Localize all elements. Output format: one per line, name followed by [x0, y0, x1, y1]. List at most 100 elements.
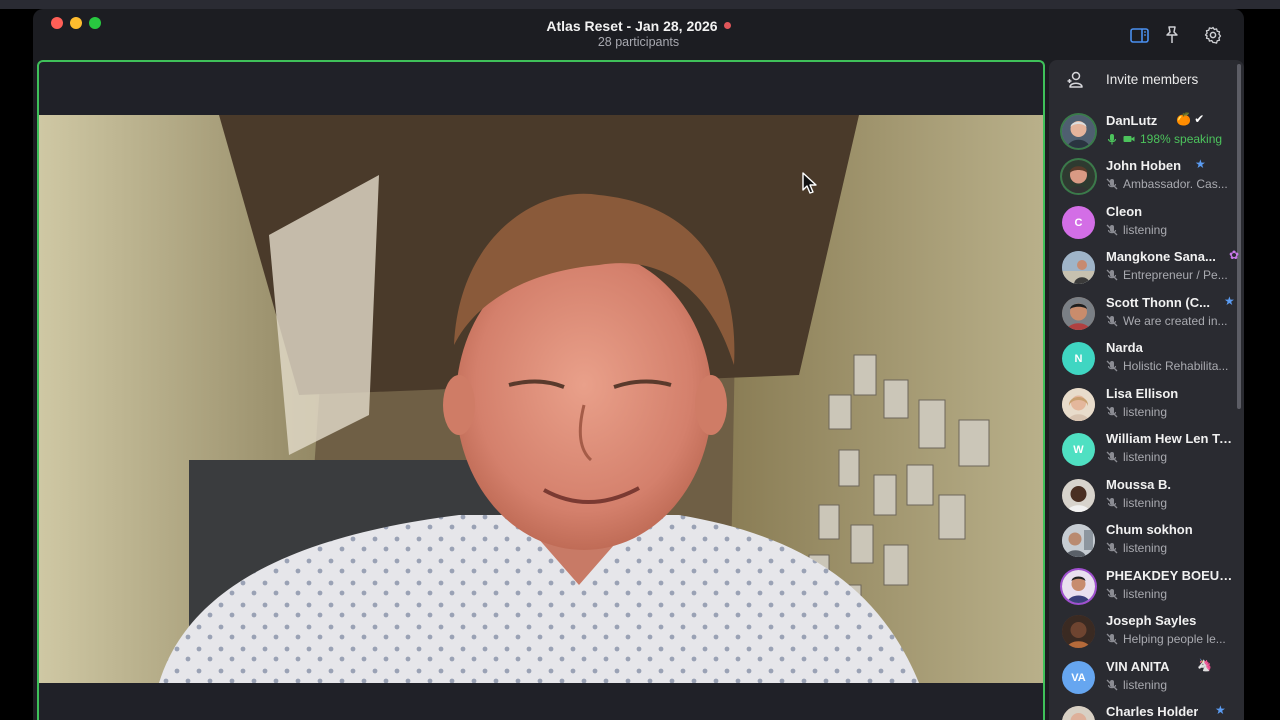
avatar — [1062, 251, 1095, 284]
member-status: listening — [1106, 496, 1167, 510]
recording-indicator-icon — [723, 22, 731, 29]
member-name: William Hew Len Te... — [1106, 431, 1234, 446]
participants-sidebar: Invite members DanLutz 🍊 ✔ 198% speaking… — [1049, 60, 1244, 720]
member-status-text: listening — [1123, 223, 1168, 237]
member-name: Charles Holder — [1106, 704, 1199, 719]
member-item[interactable]: W William Hew Len Te... listening — [1049, 429, 1244, 474]
mic-muted-icon — [1106, 497, 1118, 509]
member-status-text: Holistic Rehabilita... — [1123, 359, 1229, 373]
member-name: John Hoben — [1106, 158, 1182, 173]
unicorn-badge-icon: 🦄 — [1197, 658, 1212, 672]
member-name: DanLutz — [1106, 113, 1158, 128]
speaker-video — [39, 115, 1043, 683]
member-status: Entrepreneur / Pe... — [1106, 268, 1228, 282]
avatar — [1062, 388, 1095, 421]
mic-active-icon — [1107, 134, 1117, 145]
member-name: VIN ANITA — [1106, 659, 1170, 674]
call-title: Atlas Reset - Jan 28, 2026 — [33, 18, 1244, 34]
avatar — [1062, 297, 1095, 330]
member-status: Holistic Rehabilita... — [1106, 359, 1228, 373]
call-title-text: Atlas Reset - Jan 28, 2026 — [546, 18, 718, 34]
member-status-text: listening — [1123, 541, 1168, 555]
member-item[interactable]: Charles Holder ★ listening — [1049, 702, 1244, 720]
member-name: Cleon — [1106, 204, 1143, 219]
member-status: listening — [1106, 450, 1167, 464]
avatar — [1062, 115, 1095, 148]
member-item[interactable]: Chum sokhon listening — [1049, 520, 1244, 565]
mic-muted-icon — [1106, 224, 1118, 236]
member-status: Ambassador. Cas... — [1106, 177, 1228, 191]
member-item[interactable]: VA VIN ANITA 🦄 listening — [1049, 657, 1244, 702]
member-name: Chum sokhon — [1106, 522, 1193, 537]
member-status-text: listening — [1123, 405, 1168, 419]
member-item[interactable]: Joseph Sayles Helping people le... — [1049, 611, 1244, 656]
mic-muted-icon — [1106, 679, 1118, 691]
invite-members-button[interactable]: Invite members — [1049, 60, 1244, 102]
member-status-text: Ambassador. Cas... — [1123, 177, 1228, 191]
mic-muted-icon — [1106, 588, 1118, 600]
mic-muted-icon — [1106, 633, 1118, 645]
star-badge-icon: ★ — [1224, 294, 1235, 308]
mouse-cursor-icon — [802, 172, 817, 194]
member-item[interactable]: C Cleon listening — [1049, 202, 1244, 247]
member-status: listening — [1106, 587, 1167, 601]
avatar — [1062, 479, 1095, 512]
member-name: Mangkone Sana... — [1106, 249, 1216, 264]
avatar — [1062, 524, 1095, 557]
member-name: Moussa B. — [1106, 477, 1172, 492]
member-name: Narda — [1106, 340, 1143, 355]
member-status: listening — [1106, 405, 1167, 419]
star-badge-icon: ★ — [1195, 157, 1206, 171]
avatar — [1062, 570, 1095, 603]
member-status: Helping people le... — [1106, 632, 1226, 646]
mic-muted-icon — [1106, 178, 1118, 190]
member-status-text: Helping people le... — [1123, 632, 1226, 646]
member-item[interactable]: N Narda Holistic Rehabilita... — [1049, 338, 1244, 383]
member-name: PHEAKDEY BOEUR... — [1106, 568, 1234, 583]
flower-badge-icon: ✿ — [1229, 248, 1240, 262]
member-item[interactable]: Moussa B. listening — [1049, 475, 1244, 520]
sidebar-toggle-icon[interactable] — [1129, 25, 1149, 45]
member-status-text: listening — [1123, 496, 1168, 510]
member-name: Lisa Ellison — [1106, 386, 1179, 401]
member-badge: 🍊 ✔ — [1176, 112, 1205, 126]
telegram-call-window: Atlas Reset - Jan 28, 2026 28 participan… — [33, 9, 1244, 720]
invite-members-label: Invite members — [1106, 72, 1199, 87]
star-badge-icon: ★ — [1215, 703, 1226, 717]
avatar — [1062, 160, 1095, 193]
member-status-text: 198% speaking — [1140, 132, 1223, 146]
member-status-text: Entrepreneur / Pe... — [1123, 268, 1228, 282]
mic-muted-icon — [1106, 269, 1118, 281]
member-status: listening — [1106, 223, 1167, 237]
call-title-block: Atlas Reset - Jan 28, 2026 28 participan… — [33, 18, 1244, 49]
avatar — [1062, 706, 1095, 720]
avatar: W — [1062, 433, 1095, 466]
member-item[interactable]: DanLutz 🍊 ✔ 198% speaking — [1049, 111, 1244, 156]
member-status: We are created in... — [1106, 314, 1228, 328]
mic-muted-icon — [1106, 360, 1118, 372]
member-item[interactable]: PHEAKDEY BOEUR... listening — [1049, 566, 1244, 611]
member-status: listening — [1106, 541, 1167, 555]
mic-muted-icon — [1106, 406, 1118, 418]
avatar: C — [1062, 206, 1095, 239]
avatar: VA — [1062, 661, 1095, 694]
title-bar: Atlas Reset - Jan 28, 2026 28 participan… — [33, 9, 1244, 61]
member-status-text: We are created in... — [1123, 314, 1228, 328]
mic-muted-icon — [1106, 451, 1118, 463]
member-item[interactable]: Mangkone Sana... ✿ Entrepreneur / Pe... — [1049, 247, 1244, 292]
macos-menubar — [0, 0, 1280, 9]
avatar — [1062, 615, 1095, 648]
participant-count: 28 participants — [597, 35, 680, 49]
member-status: 198% speaking — [1106, 132, 1222, 146]
member-item[interactable]: Scott Thonn (C... ★ We are created in... — [1049, 293, 1244, 338]
member-item[interactable]: Lisa Ellison listening — [1049, 384, 1244, 429]
main-video-frame[interactable] — [37, 60, 1045, 720]
add-person-icon — [1067, 71, 1083, 88]
member-status: listening — [1106, 678, 1167, 692]
mic-muted-icon — [1106, 315, 1118, 327]
pin-icon[interactable] — [1162, 25, 1182, 45]
member-name: Joseph Sayles — [1106, 613, 1197, 628]
gear-icon[interactable] — [1203, 25, 1223, 45]
member-item[interactable]: John Hoben ★ Ambassador. Cas... — [1049, 156, 1244, 201]
video-camera-icon — [1123, 136, 1135, 142]
